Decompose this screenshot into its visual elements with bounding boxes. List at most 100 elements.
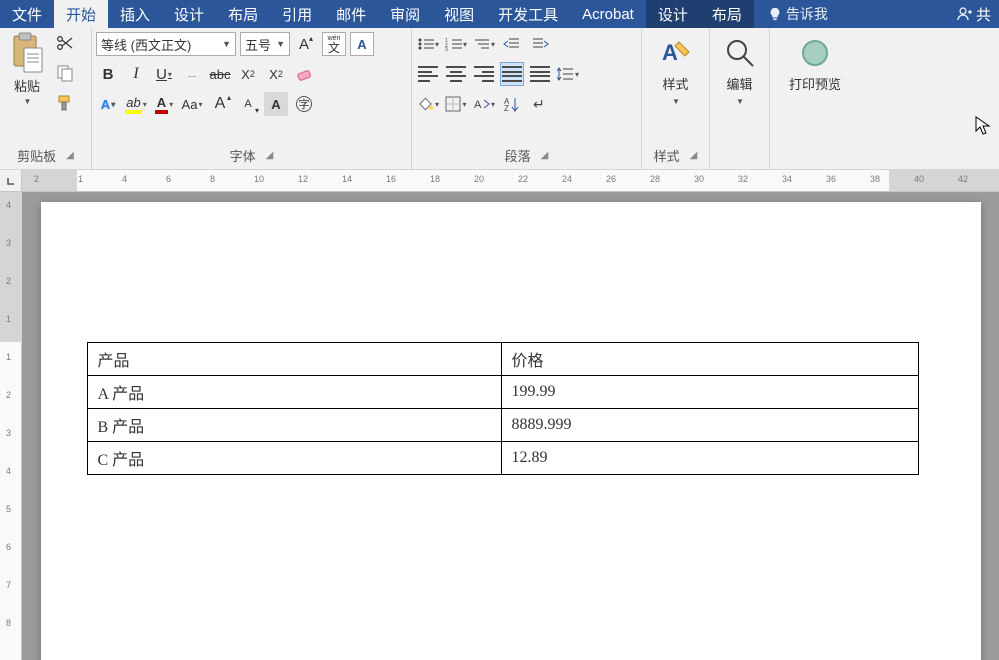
paste-button[interactable]: 粘贴 ▼ [4, 32, 50, 114]
superscript-button[interactable]: X2 [264, 62, 288, 86]
copy-icon [56, 64, 74, 82]
styles-button[interactable]: A 样式 ▼ [646, 32, 705, 110]
table-cell[interactable]: B 产品 [87, 409, 501, 442]
increase-indent-button[interactable] [528, 32, 552, 56]
snap-to-grid-button[interactable]: A▾ [472, 92, 496, 116]
line-spacing-icon [557, 67, 574, 81]
numbering-icon: 123 [445, 37, 462, 51]
styles-label: 样式 [662, 74, 688, 93]
chevron-down-icon: ▼ [222, 39, 231, 49]
tab-developer[interactable]: 开发工具 [486, 0, 570, 28]
borders-button[interactable]: ▾ [444, 92, 468, 116]
table-cell[interactable]: 价格 [501, 343, 918, 376]
underline-button[interactable]: U▾ [152, 62, 176, 86]
sort-button[interactable]: AZ [500, 92, 524, 116]
align-distributed-button[interactable] [528, 62, 552, 86]
svg-text:3: 3 [445, 47, 448, 51]
table-row: C 产品 12.89 [87, 442, 918, 475]
tab-selector[interactable] [0, 170, 22, 192]
align-left-button[interactable] [416, 62, 440, 86]
tab-references[interactable]: 引用 [270, 0, 324, 28]
subscript-button[interactable]: X2 [236, 62, 260, 86]
font-color-button[interactable]: A▾ [152, 92, 176, 116]
numbering-button[interactable]: 123▾ [444, 32, 468, 56]
svg-text:↵: ↵ [533, 96, 545, 112]
shading-button[interactable]: ▾ [416, 92, 440, 116]
multilevel-list-button[interactable]: ▾ [472, 32, 496, 56]
share-button[interactable]: 共 [948, 0, 999, 28]
copy-button[interactable] [54, 62, 76, 84]
editing-button[interactable]: 编辑 ▼ [714, 32, 765, 110]
styles-icon: A [659, 36, 693, 70]
table-cell[interactable]: 8889.999 [501, 409, 918, 442]
phonetic-guide-button[interactable]: wén 文 [322, 32, 346, 56]
enclose-characters-button[interactable]: 字 [292, 92, 316, 116]
change-case-button[interactable]: Aa▾ [180, 92, 204, 116]
tab-acrobat[interactable]: Acrobat [570, 0, 646, 28]
tab-review[interactable]: 审阅 [378, 0, 432, 28]
text-effects-button[interactable]: A▾ [96, 92, 120, 116]
horizontal-ruler[interactable]: 214681012141618202224262830323436384042 [0, 170, 999, 192]
tab-design[interactable]: 设计 [162, 0, 216, 28]
document-canvas[interactable]: 产品 价格 A 产品 199.99 B 产品 8889.999 C 产品 12.… [22, 192, 999, 660]
styles-group-label: 样式 [654, 146, 680, 165]
align-justify-button[interactable] [500, 62, 524, 86]
font-dialog-launcher[interactable]: ◢ [266, 150, 274, 161]
shrink-font-button[interactable]: A▾ [236, 92, 260, 116]
phonetic-bottom: 文 [328, 42, 340, 54]
borders-icon [445, 96, 461, 112]
character-border-button[interactable]: A [350, 32, 374, 56]
line-spacing-button[interactable]: ▾ [556, 62, 580, 86]
print-preview-button[interactable]: 打印预览 [774, 32, 856, 97]
table-cell[interactable]: 产品 [87, 343, 501, 376]
paragraph-group-label: 段落 [505, 146, 531, 165]
vertical-ruler[interactable]: 432112345678 [0, 192, 22, 660]
align-left-icon [418, 66, 438, 82]
bold-button[interactable]: B [96, 62, 120, 86]
tab-table-layout[interactable]: 布局 [700, 0, 754, 28]
italic-button[interactable]: I [124, 62, 148, 86]
tab-file[interactable]: 文件 [0, 0, 54, 28]
highlight-button[interactable]: ab▾ [124, 92, 148, 116]
tab-view[interactable]: 视图 [432, 0, 486, 28]
share-label: 共 [976, 4, 991, 25]
grow-font-big-button[interactable]: A▴ [208, 92, 232, 116]
tab-table-design[interactable]: 设计 [646, 0, 700, 28]
align-center-button[interactable] [444, 62, 468, 86]
chevron-down-icon: ▼ [672, 97, 680, 106]
tell-me-search[interactable]: 告诉我 [768, 0, 828, 28]
tell-me-label: 告诉我 [786, 4, 828, 24]
clear-formatting-button[interactable] [292, 62, 316, 86]
font-size-value: 五号 [245, 35, 271, 54]
dotted-underline-button[interactable]: … [180, 62, 204, 86]
align-center-icon [446, 66, 466, 82]
font-name-select[interactable]: 等线 (西文正文) ▼ [96, 32, 236, 56]
font-size-select[interactable]: 五号 ▼ [240, 32, 290, 56]
clipboard-dialog-launcher[interactable]: ◢ [66, 150, 74, 161]
table-cell[interactable]: C 产品 [87, 442, 501, 475]
document-table[interactable]: 产品 价格 A 产品 199.99 B 产品 8889.999 C 产品 12.… [87, 342, 919, 475]
tab-insert[interactable]: 插入 [108, 0, 162, 28]
grow-font-button[interactable]: A▴ [294, 32, 318, 56]
table-cell[interactable]: A 产品 [87, 376, 501, 409]
bullets-button[interactable]: ▾ [416, 32, 440, 56]
styles-dialog-launcher[interactable]: ◢ [690, 150, 698, 161]
align-right-button[interactable] [472, 62, 496, 86]
tab-home[interactable]: 开始 [54, 0, 108, 28]
clipboard-paste-icon [10, 32, 44, 74]
decrease-indent-button[interactable] [500, 32, 524, 56]
character-shading-button[interactable]: A [264, 92, 288, 116]
cut-button[interactable] [54, 32, 76, 54]
tab-mailings[interactable]: 邮件 [324, 0, 378, 28]
clipboard-group-label: 剪贴板 [17, 146, 56, 165]
tab-layout[interactable]: 布局 [216, 0, 270, 28]
paragraph-dialog-launcher[interactable]: ◢ [541, 150, 549, 161]
show-marks-button[interactable]: ↵ [528, 92, 552, 116]
strikethrough-button[interactable]: abc [208, 62, 232, 86]
table-cell[interactable]: 199.99 [501, 376, 918, 409]
sort-icon: AZ [503, 96, 521, 112]
paint-bucket-icon [417, 96, 434, 112]
table-cell[interactable]: 12.89 [501, 442, 918, 475]
person-icon [956, 6, 972, 22]
format-painter-button[interactable] [54, 92, 76, 114]
